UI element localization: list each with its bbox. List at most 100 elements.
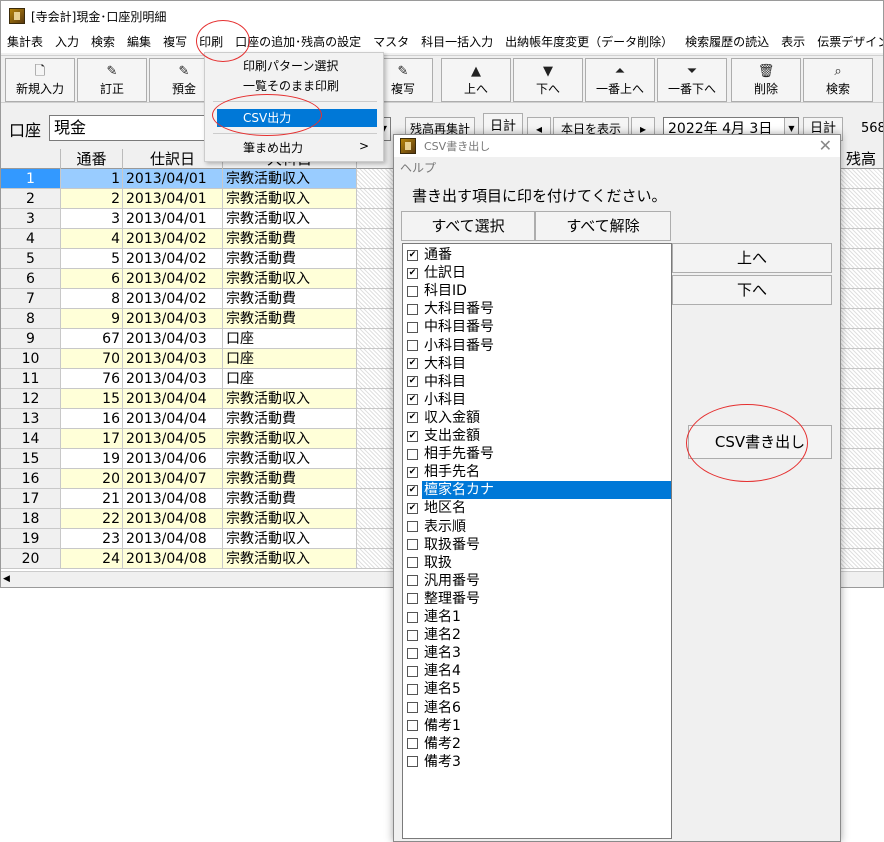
menu-9[interactable]: 出納帳年度変更（データ削除） <box>499 31 679 53</box>
cell-date: 2013/04/01 <box>123 209 223 229</box>
menu-10[interactable]: 検索履歴の読込 <box>679 31 775 53</box>
toolbar-button-5[interactable]: ▼ 下へ <box>513 58 583 102</box>
toolbar-button-1[interactable]: ✎ 訂正 <box>77 58 147 102</box>
checkbox-unchecked-icon[interactable] <box>407 340 418 351</box>
list-item[interactable]: 備考3 <box>405 753 671 771</box>
toolbar-button-label: 下へ <box>535 82 560 96</box>
list-item-label: 備考3 <box>424 753 461 770</box>
list-item[interactable]: 小科目番号 <box>405 337 671 355</box>
list-item[interactable]: ✔ 仕訳日 <box>405 264 671 282</box>
menu-item-print-pattern[interactable]: 印刷パターン選択 <box>217 57 377 75</box>
checkbox-checked-icon[interactable]: ✔ <box>407 466 418 478</box>
menu-0[interactable]: 集計表 <box>1 31 49 53</box>
list-item[interactable]: 相手先番号 <box>405 445 671 463</box>
cell-date: 2013/04/03 <box>123 329 223 349</box>
menu-7[interactable]: マスタ <box>367 31 415 53</box>
menu-1[interactable]: 入力 <box>49 31 85 53</box>
list-item[interactable]: ✔ 小科目 <box>405 391 671 409</box>
toolbar-button-7[interactable]: ⏷ 一番下へ <box>657 58 727 102</box>
list-item[interactable]: 汎用番号 <box>405 572 671 590</box>
checkbox-checked-icon[interactable]: ✔ <box>407 358 418 370</box>
menu-12[interactable]: 伝票デザイン試 <box>811 31 883 53</box>
list-item[interactable]: 整理番号 <box>405 590 671 608</box>
cell-subject: 宗教活動費 <box>223 229 357 249</box>
list-item[interactable]: 表示順 <box>405 518 671 536</box>
checkbox-unchecked-icon[interactable] <box>407 303 418 315</box>
toolbar-button-0[interactable]: 🗋 新規入力 <box>5 58 75 102</box>
toolbar-button-4[interactable]: ▲ 上へ <box>441 58 511 102</box>
checkbox-checked-icon[interactable]: ✔ <box>407 430 418 442</box>
list-item[interactable]: 備考2 <box>405 735 671 753</box>
checkbox-unchecked-icon[interactable] <box>407 647 418 659</box>
menu-3[interactable]: 編集 <box>121 31 157 53</box>
close-icon[interactable]: ✕ <box>819 136 832 155</box>
checkbox-checked-icon[interactable]: ✔ <box>407 484 418 496</box>
select-all-button[interactable]: すべて選択 <box>401 211 535 241</box>
checkbox-checked-icon[interactable]: ✔ <box>407 412 418 424</box>
cell-date: 2013/04/04 <box>123 389 223 409</box>
checkbox-unchecked-icon[interactable] <box>407 448 418 460</box>
list-item[interactable]: 取扱 <box>405 554 671 572</box>
list-item[interactable]: 備考1 <box>405 717 671 735</box>
list-item[interactable]: 取扱番号 <box>405 536 671 554</box>
move-down-button[interactable]: 下へ <box>672 275 832 305</box>
list-item[interactable]: ✔ 収入金額 <box>405 409 671 427</box>
cell-subject: 宗教活動収入 <box>223 269 357 289</box>
checkbox-unchecked-icon[interactable] <box>407 683 418 695</box>
list-item[interactable]: 大科目番号 <box>405 300 671 318</box>
csv-export-dialog: CSV書き出し ✕ ヘルプ 書き出す項目に印を付けてください。 すべて選択 すべ… <box>393 134 841 842</box>
scroll-left-icon[interactable]: ◀ <box>3 574 10 584</box>
toolbar-button-9[interactable]: ⌕ 検索 <box>803 58 873 102</box>
grid-header-balance[interactable]: 残高 <box>837 149 883 169</box>
checkbox-checked-icon[interactable]: ✔ <box>407 394 418 406</box>
menu-item-print-list[interactable]: 一覧そのまま印刷 <box>217 77 377 95</box>
checkbox-unchecked-icon[interactable] <box>407 575 418 587</box>
list-item[interactable]: ✔ 相手先名 <box>405 463 671 481</box>
toolbar-button-8[interactable]: 🗑 削除 <box>731 58 801 102</box>
checkbox-checked-icon[interactable]: ✔ <box>407 502 418 514</box>
list-item[interactable]: 連名2 <box>405 626 671 644</box>
checkbox-unchecked-icon[interactable] <box>407 702 418 713</box>
cell-date: 2013/04/03 <box>123 349 223 369</box>
list-item[interactable]: ✔ 支出金額 <box>405 427 671 445</box>
dialog-menu-help[interactable]: ヘルプ <box>400 159 436 176</box>
cell-no: 67 <box>61 329 123 349</box>
checkbox-checked-icon[interactable]: ✔ <box>407 376 418 388</box>
checkbox-checked-icon[interactable]: ✔ <box>407 267 418 279</box>
checkbox-unchecked-icon[interactable] <box>407 593 418 605</box>
toolbar-button-6[interactable]: ⏶ 一番上へ <box>585 58 655 102</box>
list-item[interactable]: 科目ID <box>405 282 671 300</box>
grid-header-number[interactable]: 通番 <box>61 149 123 169</box>
checkbox-checked-icon[interactable]: ✔ <box>407 249 418 261</box>
deselect-all-button[interactable]: すべて解除 <box>535 211 671 241</box>
menu-item-fudemame-output[interactable]: 筆まめ出力 <box>217 139 377 157</box>
menu-11[interactable]: 表示 <box>775 31 811 53</box>
checkbox-unchecked-icon[interactable] <box>407 521 418 532</box>
list-item[interactable]: 連名5 <box>405 680 671 698</box>
list-item[interactable]: 連名1 <box>405 608 671 626</box>
list-item[interactable]: ✔ 通番 <box>405 246 671 264</box>
checkbox-unchecked-icon[interactable] <box>407 285 418 297</box>
checkbox-unchecked-icon[interactable] <box>407 720 418 732</box>
checkbox-unchecked-icon[interactable] <box>407 557 418 569</box>
menu-4[interactable]: 複写 <box>157 31 193 53</box>
checkbox-unchecked-icon[interactable] <box>407 665 418 677</box>
checkbox-unchecked-icon[interactable] <box>407 738 418 750</box>
list-item[interactable]: ✔ 中科目 <box>405 373 671 391</box>
checkbox-unchecked-icon[interactable] <box>407 539 418 551</box>
menu-8[interactable]: 科目一括入力 <box>415 31 499 53</box>
account-select[interactable]: 現金 <box>49 115 209 141</box>
list-item[interactable]: 中科目番号 <box>405 318 671 336</box>
checkbox-unchecked-icon[interactable] <box>407 611 418 623</box>
list-item[interactable]: ✔ 檀家名カナ <box>405 481 671 500</box>
checkbox-unchecked-icon[interactable] <box>407 629 418 641</box>
list-item[interactable]: 連名4 <box>405 662 671 680</box>
list-item[interactable]: ✔ 地区名 <box>405 499 671 517</box>
checkbox-unchecked-icon[interactable] <box>407 756 418 768</box>
checkbox-unchecked-icon[interactable] <box>407 321 418 333</box>
list-item[interactable]: 連名3 <box>405 644 671 662</box>
list-item[interactable]: 連名6 <box>405 699 671 717</box>
list-item[interactable]: ✔ 大科目 <box>405 355 671 373</box>
menu-2[interactable]: 検索 <box>85 31 121 53</box>
move-up-button[interactable]: 上へ <box>672 243 832 273</box>
